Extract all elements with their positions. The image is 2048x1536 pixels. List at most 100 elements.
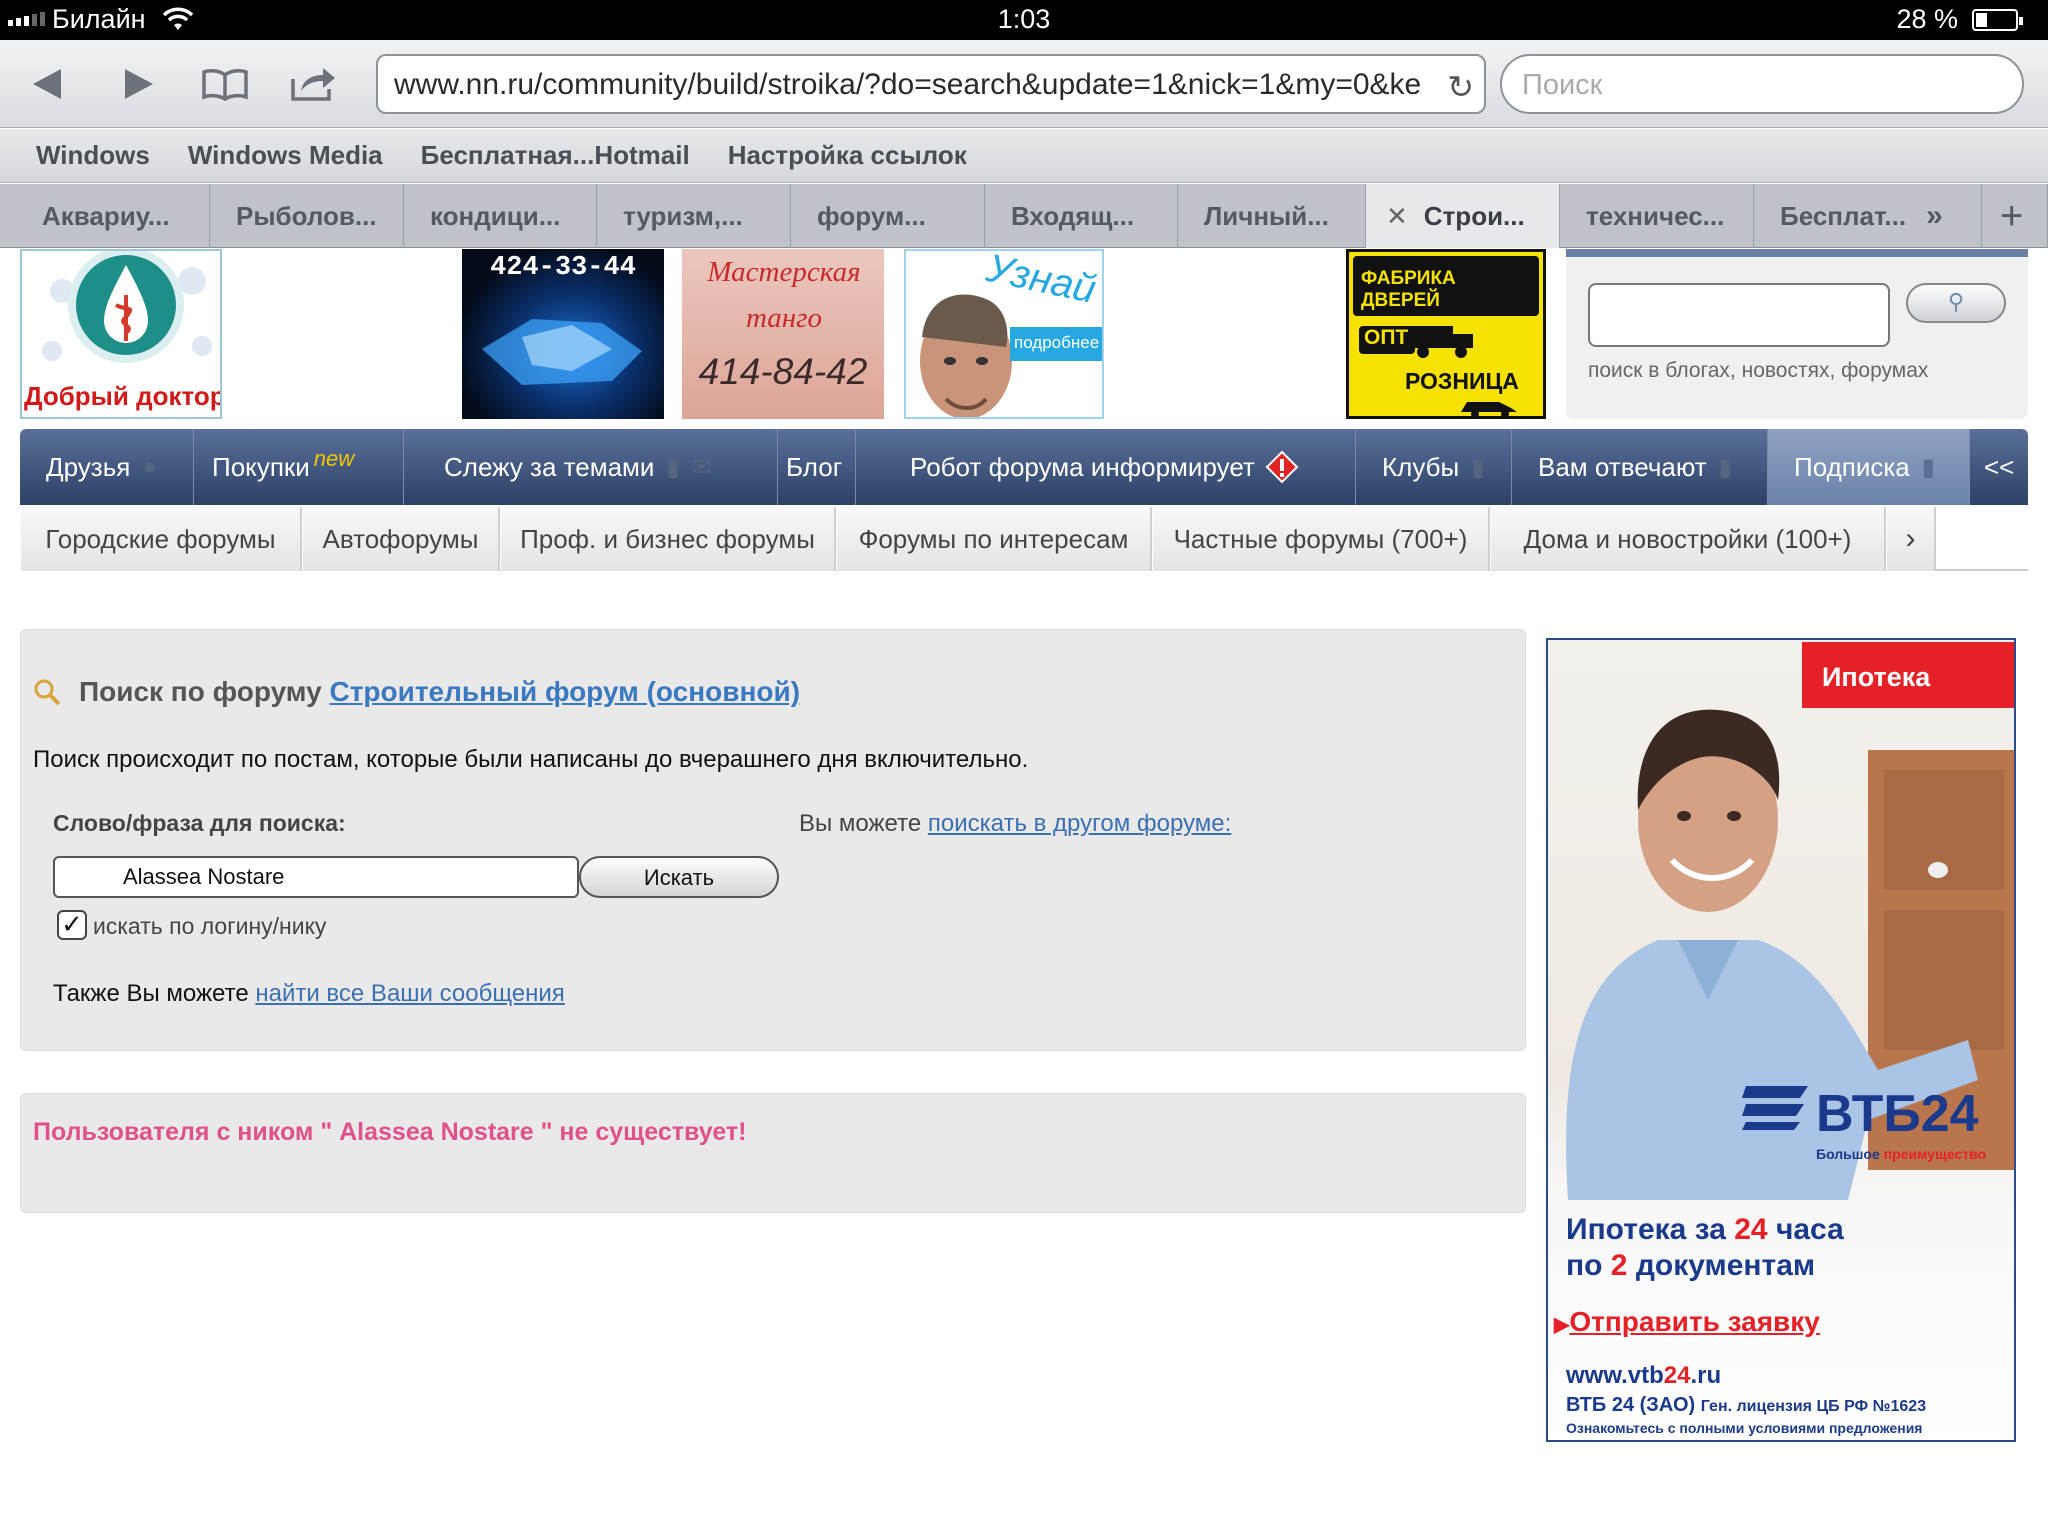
query-value: Alassea Nostare bbox=[123, 864, 285, 889]
vtb-logo-icon bbox=[1742, 1086, 1808, 1130]
roznica-text: РОЗНИЦА bbox=[1405, 368, 1519, 394]
site-part-b: .ru bbox=[1690, 1362, 1722, 1389]
reload-icon[interactable]: ↻ bbox=[1447, 68, 1474, 106]
my-messages-link[interactable]: найти все Ваши сообщения bbox=[255, 980, 564, 1007]
ad-phone-424[interactable]: 424-33-44 bbox=[462, 249, 664, 419]
ad-tango[interactable]: Мастерская танго 414-84-42 bbox=[682, 249, 884, 419]
site-search-button[interactable]: ⚲ bbox=[1906, 283, 2006, 323]
triangle-right-icon: ▶ bbox=[1554, 1314, 1570, 1336]
nav-friends[interactable]: Друзья ● bbox=[20, 429, 194, 505]
tab-label: Строи... bbox=[1423, 200, 1525, 231]
site-search-input[interactable] bbox=[1588, 283, 1890, 347]
offer-line1-b: часа bbox=[1775, 1213, 1844, 1246]
nav-clubs[interactable]: Клубы ▮ bbox=[1356, 429, 1512, 505]
nav-blog[interactable]: Блог bbox=[778, 429, 856, 505]
also-text: Также Вы можете найти все Ваши сообщения bbox=[53, 980, 565, 1008]
crystal-car-icon bbox=[482, 319, 642, 385]
user-icon: ● bbox=[142, 453, 157, 480]
nav-label: Покупки bbox=[212, 451, 310, 482]
truck-icon bbox=[1411, 326, 1473, 358]
address-bar[interactable]: www.nn.ru/community/build/stroika/?do=se… bbox=[376, 54, 1486, 114]
other-prefix: Вы можете bbox=[799, 810, 922, 837]
vtb-brand: ВТБ24 bbox=[1816, 1085, 1979, 1143]
new-tab-button[interactable]: + bbox=[1982, 184, 2048, 248]
alert-icon bbox=[1265, 450, 1299, 484]
nav-label: Слежу за темами bbox=[444, 451, 655, 482]
ios-status-bar: Билайн 1:03 28 % bbox=[0, 0, 2048, 40]
tab[interactable]: Аквариу... bbox=[16, 184, 210, 248]
tab[interactable]: форум... bbox=[791, 184, 985, 248]
close-tab-icon[interactable]: ✕ bbox=[1386, 201, 1408, 232]
back-button[interactable] bbox=[22, 60, 72, 108]
nick-checkbox[interactable]: ✓ bbox=[57, 910, 87, 940]
nav-label: Вам отвечают bbox=[1538, 451, 1707, 482]
vtb-legal-note: Ознакомьтесь с полными условиями предлож… bbox=[1566, 1420, 1923, 1436]
podrobnee-button[interactable]: подробнее bbox=[1010, 327, 1102, 361]
subnav-interest-forums[interactable]: Форумы по интересам bbox=[836, 507, 1152, 571]
offer-line1-number: 24 bbox=[1734, 1213, 1768, 1246]
nav-forum-robot[interactable]: Робот форума информирует bbox=[856, 429, 1356, 505]
search-submit-button[interactable]: Искать bbox=[579, 856, 779, 898]
subnav-city-forums[interactable]: Городские форумы bbox=[20, 507, 302, 571]
browser-search-field[interactable]: Поиск bbox=[1500, 54, 2024, 114]
subnav-housing-forums[interactable]: Дома и новостройки (100+) bbox=[1490, 507, 1886, 571]
tab-bar: Аквариу... Рыболов... кондици... туризм,… bbox=[0, 184, 2048, 248]
doctor-ad-text: Добрый доктор bbox=[24, 381, 222, 411]
tab-label: Входящ... bbox=[1011, 200, 1135, 231]
tango-phone: 414-84-42 bbox=[698, 351, 868, 392]
share-button[interactable] bbox=[288, 60, 338, 108]
tab[interactable]: Бесплат... » bbox=[1754, 184, 1982, 248]
tab[interactable]: Входящ... bbox=[985, 184, 1178, 248]
bookmark-hotmail[interactable]: Бесплатная...Hotmail bbox=[421, 140, 690, 171]
envelope-icon: ✉ bbox=[691, 453, 712, 481]
ad-dobryi-doktor[interactable]: Добрый доктор bbox=[20, 249, 222, 419]
magnifier-icon: ⚲ bbox=[1947, 289, 1965, 314]
main-nav: Друзья ● Покупки new Слежу за темами ▮ ✉ Бло… bbox=[20, 429, 2028, 505]
nav-label: << bbox=[1984, 451, 2015, 482]
tab[interactable]: кондици... bbox=[404, 184, 597, 248]
nav-subscription[interactable]: Подписка ▮ bbox=[1768, 429, 1970, 505]
forum-link[interactable]: Строительный форум (основной) bbox=[329, 676, 800, 707]
vtb-cta[interactable]: ▶Отправить заявку bbox=[1554, 1306, 1820, 1338]
subnav-business-forums[interactable]: Проф. и бизнес форумы bbox=[500, 507, 836, 571]
bookmarks-button[interactable] bbox=[200, 60, 250, 108]
ad-uznai[interactable]: Узнай подробнее bbox=[904, 249, 1104, 419]
search-info: Поиск происходит по постам, которые были… bbox=[33, 746, 1029, 773]
bookmark-windows-media[interactable]: Windows Media bbox=[188, 140, 383, 171]
subnav-private-forums[interactable]: Частные форумы (700+) bbox=[1152, 507, 1490, 571]
also-prefix: Также Вы можете bbox=[53, 980, 249, 1007]
nav-collapse[interactable]: << bbox=[1970, 429, 2028, 505]
url-text: www.nn.ru/community/build/stroika/?do=se… bbox=[394, 68, 1422, 101]
search-phrase-input[interactable]: Alassea Nostare bbox=[53, 856, 579, 898]
bookmark-customize-links[interactable]: Настройка ссылок bbox=[728, 140, 967, 171]
search-placeholder: Поиск bbox=[1522, 69, 1603, 101]
forum-subnav: Городские форумы Автофорумы Проф. и бизн… bbox=[20, 507, 2028, 571]
offer-line2-a: по bbox=[1566, 1249, 1603, 1282]
bookmark-windows[interactable]: Windows bbox=[36, 140, 150, 171]
tab[interactable]: техничес... bbox=[1560, 184, 1754, 248]
error-message: Пользователя с ником " Alassea Nostare "… bbox=[33, 1118, 747, 1146]
tab-active[interactable]: ✕ Строи... bbox=[1366, 184, 1560, 248]
title-text: Поиск по форуму bbox=[79, 676, 322, 707]
tab[interactable]: Рыболов... bbox=[210, 184, 404, 248]
subnav-more-button[interactable]: › bbox=[1886, 507, 1936, 571]
vtb-site: www.vtb24.ru bbox=[1566, 1362, 1721, 1390]
nav-label: Клубы bbox=[1382, 451, 1460, 482]
nav-purchases[interactable]: Покупки new bbox=[194, 429, 404, 505]
search-result-panel: Пользователя с ником " Alassea Nostare "… bbox=[20, 1093, 1526, 1213]
nav-replies[interactable]: Вам отвечают ▮ bbox=[1512, 429, 1768, 505]
nav-followed-topics[interactable]: Слежу за темами ▮ ✉ bbox=[404, 429, 778, 505]
other-forum-link[interactable]: поискать в другом форуме: bbox=[928, 810, 1231, 837]
tab[interactable]: Личный... bbox=[1178, 184, 1366, 248]
tab[interactable]: туризм,... bbox=[597, 184, 791, 248]
more-tabs-icon[interactable]: » bbox=[1926, 199, 1943, 233]
forward-button[interactable] bbox=[114, 60, 164, 108]
ad-vtb24-mortgage[interactable]: Ипотека ВТБ24 Большое преимущество Ипоте… bbox=[1546, 638, 2016, 1442]
subnav-label: Частные форумы (700+) bbox=[1173, 523, 1468, 554]
tab-label: техничес... bbox=[1586, 200, 1725, 231]
subnav-label: Дома и новостройки (100+) bbox=[1523, 523, 1852, 554]
ad-bravo-doors[interactable]: ФАБРИКА ДВЕРЕЙ ОПТ РОЗНИЦА bbox=[1346, 249, 1546, 419]
comment-icon: ▮ bbox=[1921, 453, 1935, 481]
new-badge: new bbox=[313, 446, 355, 471]
subnav-auto-forums[interactable]: Автофорумы bbox=[302, 507, 500, 571]
